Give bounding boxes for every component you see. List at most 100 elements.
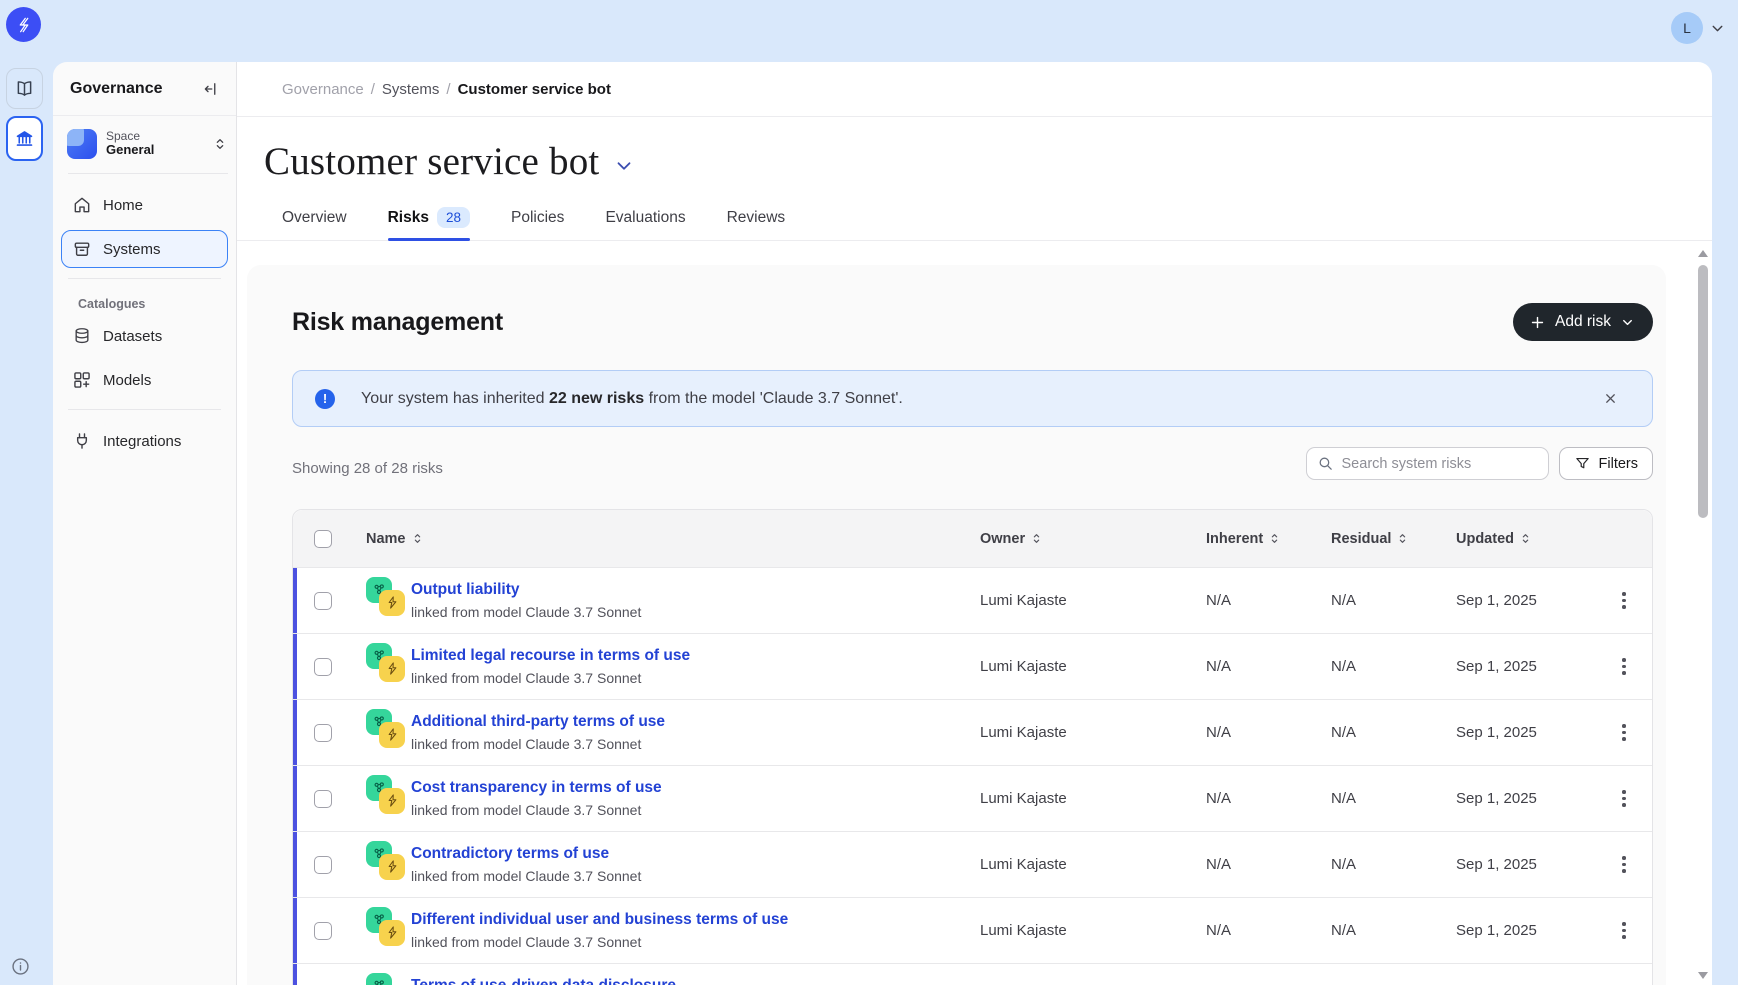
sidebar-item-integrations[interactable]: Integrations [61,422,228,460]
table-row: Limited legal recourse in terms of use l… [293,633,1652,699]
info-icon [10,956,31,977]
table-row: Different individual user and business t… [293,897,1652,963]
column-header-updated[interactable]: Updated [1456,531,1532,547]
rail-docs-button[interactable] [6,68,43,109]
owner-cell: Lumi Kajaste [980,592,1206,609]
grid-plus-icon [72,370,92,390]
chevron-down-icon [613,155,635,177]
search-input[interactable] [1342,456,1538,472]
tab-evaluations[interactable]: Evaluations [605,198,685,240]
row-actions-menu-button[interactable] [1616,850,1632,879]
risk-name-link[interactable]: Different individual user and business t… [411,911,788,929]
space-selector[interactable]: Space General [67,129,228,159]
filters-button[interactable]: Filters [1559,447,1653,480]
title-menu-button[interactable] [613,155,635,177]
tab-bar: Overview Risks 28 Policies Evaluations R… [237,198,1712,241]
page-title: Customer service bot [264,139,599,184]
sidebar-item-models[interactable]: Models [61,361,228,399]
residual-cell: N/A [1331,790,1456,807]
add-risk-button[interactable]: Add risk [1513,303,1653,341]
scroll-up-arrow[interactable] [1698,250,1708,257]
table-body: Output liability linked from model Claud… [293,567,1652,985]
row-actions-menu-button[interactable] [1616,586,1632,615]
risk-type-icon [366,642,406,692]
row-actions-menu-button[interactable] [1616,916,1632,945]
risk-linked-from: linked from model Claude 3.7 Sonnet [411,868,641,884]
risk-linked-from: linked from model Claude 3.7 Sonnet [411,802,662,818]
close-icon [1603,391,1618,406]
lightning-icon [379,590,405,616]
sort-icon [1396,532,1409,545]
sidebar-collapse-button[interactable] [202,80,220,98]
collapse-left-icon [202,80,220,98]
owner-cell: Lumi Kajaste [980,856,1206,873]
help-info-button[interactable] [10,956,31,977]
banner-close-button[interactable] [1591,385,1630,412]
residual-cell: N/A [1331,724,1456,741]
rail-governance-button[interactable] [6,116,43,161]
database-icon [72,326,92,346]
catalogues-section-label: Catalogues [61,281,228,317]
user-avatar[interactable]: L [1671,12,1703,44]
risk-type-icon [366,840,406,890]
search-box [1306,447,1549,480]
column-header-name[interactable]: Name [366,531,424,547]
inherent-cell: N/A [1206,724,1331,741]
breadcrumb-governance[interactable]: Governance [282,81,364,98]
breadcrumb: Governance / Systems / Customer service … [237,62,1712,117]
row-actions-menu-button[interactable] [1616,718,1632,747]
row-checkbox[interactable] [314,724,332,742]
inherent-cell: N/A [1206,658,1331,675]
sidebar-item-label: Integrations [103,433,181,450]
risk-name-link[interactable]: Contradictory terms of use [411,845,641,863]
risk-name-link[interactable]: Additional third-party terms of use [411,713,665,731]
owner-cell: Lumi Kajaste [980,658,1206,675]
sort-icon [1268,532,1281,545]
row-checkbox[interactable] [314,790,332,808]
lightning-icon [379,722,405,748]
updated-cell: Sep 1, 2025 [1456,856,1596,873]
plus-icon [1529,314,1546,331]
risks-table: Name Owner Inherent Residual Updated [292,509,1653,985]
select-all-checkbox[interactable] [314,530,332,548]
table-row: Cost transparency in terms of use linked… [293,765,1652,831]
risk-type-icon [366,774,406,824]
app-logo[interactable] [6,7,41,42]
sidebar-item-home[interactable]: Home [61,186,228,224]
sidebar-item-systems[interactable]: Systems [61,230,228,268]
updown-chevrons-icon [212,136,228,152]
residual-cell: N/A [1331,922,1456,939]
tab-overview[interactable]: Overview [282,198,347,240]
tab-risks[interactable]: Risks 28 [388,198,470,240]
row-actions-menu-button[interactable] [1616,652,1632,681]
risk-type-icon [366,708,406,758]
tab-reviews[interactable]: Reviews [727,198,786,240]
column-header-owner[interactable]: Owner [980,531,1043,547]
row-actions-menu-button[interactable] [1616,784,1632,813]
owner-cell: Lumi Kajaste [980,790,1206,807]
lightning-icon [379,854,405,880]
row-checkbox[interactable] [314,856,332,874]
tab-policies[interactable]: Policies [511,198,564,240]
updated-cell: Sep 1, 2025 [1456,592,1596,609]
vertical-scrollbar[interactable] [1696,247,1710,985]
risk-name-link[interactable]: Cost transparency in terms of use [411,779,662,797]
sidebar-item-datasets[interactable]: Datasets [61,317,228,355]
user-menu-button[interactable] [1709,20,1726,37]
breadcrumb-systems[interactable]: Systems [382,81,440,98]
row-checkbox[interactable] [314,922,332,940]
row-checkbox[interactable] [314,592,332,610]
risk-type-icon [366,576,406,626]
column-header-residual[interactable]: Residual [1331,531,1409,547]
risk-type-icon [366,972,406,985]
scrollbar-thumb[interactable] [1698,265,1708,518]
residual-cell: N/A [1331,856,1456,873]
scroll-down-arrow[interactable] [1698,972,1708,979]
row-checkbox[interactable] [314,658,332,676]
sidebar-item-label: Home [103,197,143,214]
risk-name-link[interactable]: Output liability [411,581,641,599]
risk-name-link[interactable]: Limited legal recourse in terms of use [411,647,690,665]
column-header-inherent[interactable]: Inherent [1206,531,1281,547]
risk-name-link[interactable]: Terms of use-driven data disclosure [411,977,676,985]
owner-cell: Lumi Kajaste [980,922,1206,939]
